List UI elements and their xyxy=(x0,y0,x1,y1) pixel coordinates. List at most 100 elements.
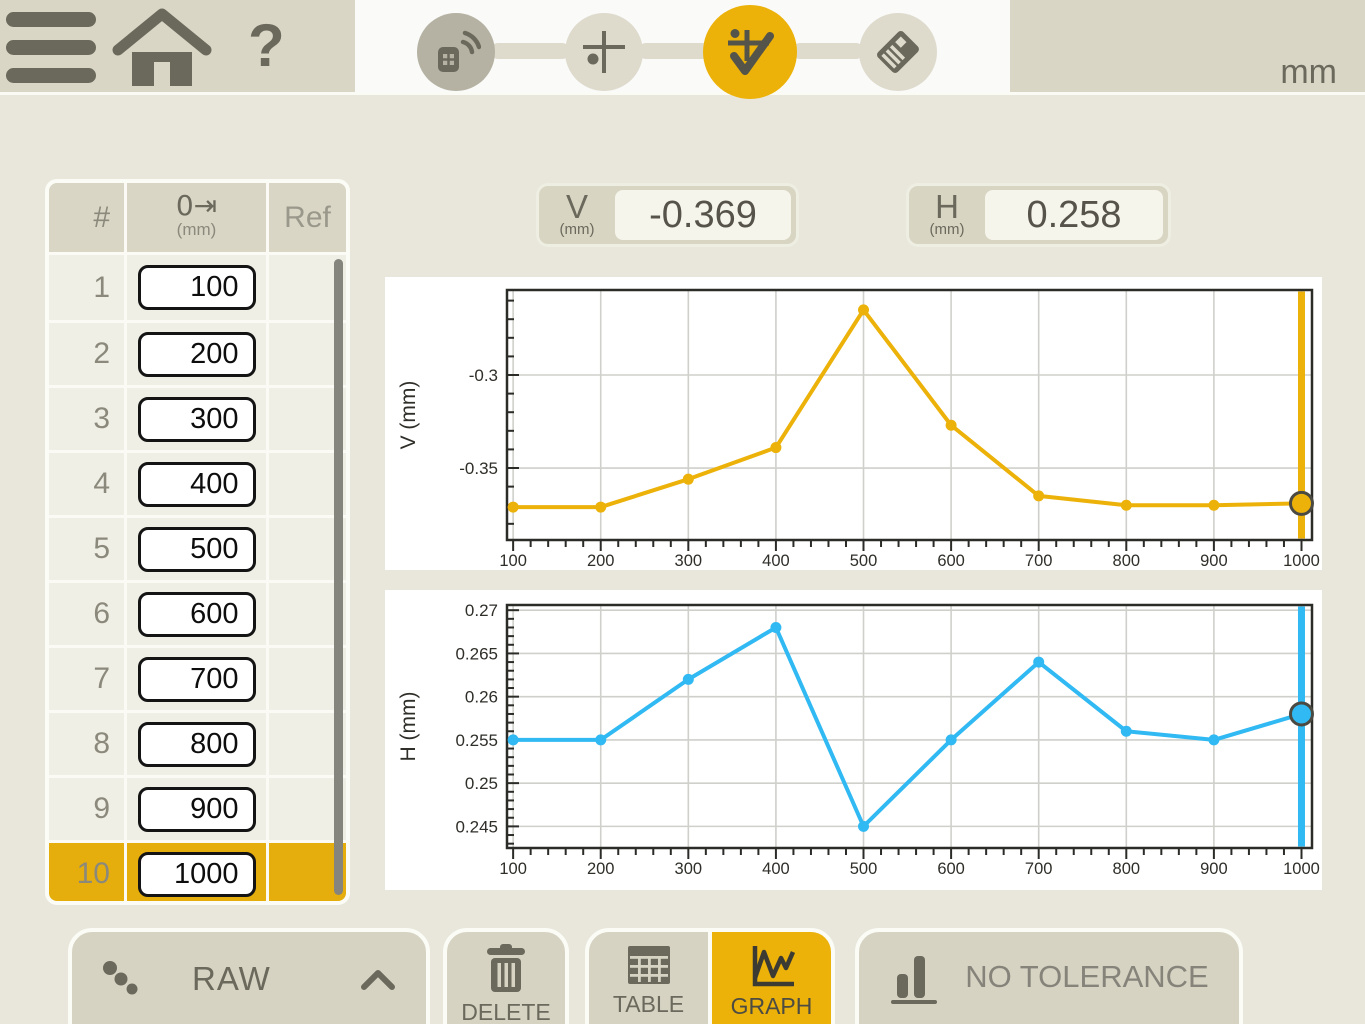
hamburger-menu-icon xyxy=(6,8,98,86)
table-row[interactable]: 6600 xyxy=(49,580,346,645)
distance-input[interactable]: 800 xyxy=(138,722,256,767)
chevron-up-icon xyxy=(360,968,396,990)
home-icon xyxy=(110,8,214,88)
row-number: 3 xyxy=(49,388,127,450)
distance-input[interactable]: 200 xyxy=(138,332,256,377)
row-number: 5 xyxy=(49,518,127,580)
y-tick-label: -0.3 xyxy=(469,366,498,385)
step-connector xyxy=(638,43,710,59)
y-tick-label: 0.25 xyxy=(465,774,498,793)
data-point xyxy=(595,734,606,745)
x-tick-label: 600 xyxy=(937,860,965,878)
step-target-button[interactable] xyxy=(565,13,643,91)
table-row[interactable]: 3300 xyxy=(49,385,346,450)
step-report-button[interactable] xyxy=(859,13,937,91)
plot-area xyxy=(507,290,1312,540)
step-connector xyxy=(490,43,570,59)
table-view-button[interactable]: TABLE xyxy=(589,932,708,1024)
table-row[interactable]: 101000 xyxy=(49,840,346,905)
column-header-distance: 0⇥ (mm) xyxy=(127,183,269,252)
y-tick-label: 0.26 xyxy=(465,688,498,707)
data-point xyxy=(858,821,869,832)
view-toggle: TABLE GRAPH xyxy=(585,928,835,1024)
table-row[interactable]: 7700 xyxy=(49,645,346,710)
help-button[interactable]: ? xyxy=(248,4,285,88)
row-distance-cell: 600 xyxy=(127,583,269,645)
x-tick-label: 700 xyxy=(1025,552,1053,570)
distance-input[interactable]: 900 xyxy=(138,787,256,832)
tolerance-bars-icon xyxy=(889,950,941,1004)
row-number: 6 xyxy=(49,583,127,645)
row-distance-cell: 200 xyxy=(127,323,269,385)
plot-area xyxy=(507,605,1312,848)
points-table: # 0⇥ (mm) Ref 11002200330044005500660077… xyxy=(45,179,350,905)
delete-button[interactable]: DELETE xyxy=(443,928,569,1024)
table-view-label: TABLE xyxy=(613,991,684,1018)
distance-input[interactable]: 300 xyxy=(138,397,256,442)
x-tick-label: 500 xyxy=(850,860,878,878)
h-unit: (mm) xyxy=(930,221,965,238)
data-point xyxy=(508,734,519,745)
table-scrollbar[interactable] xyxy=(334,259,343,895)
y-tick-label: 0.27 xyxy=(465,601,498,620)
row-number: 4 xyxy=(49,453,127,515)
distance-input[interactable]: 700 xyxy=(138,657,256,702)
x-tick-label: 100 xyxy=(499,552,527,570)
points-table-header: # 0⇥ (mm) Ref xyxy=(49,183,346,255)
row-distance-cell: 800 xyxy=(127,713,269,775)
data-point xyxy=(508,502,519,513)
x-tick-label: 400 xyxy=(762,860,790,878)
home-button[interactable] xyxy=(110,8,214,93)
tolerance-button[interactable]: NO TOLERANCE xyxy=(855,928,1243,1024)
distance-input[interactable]: 100 xyxy=(138,265,256,310)
table-row[interactable]: 2200 xyxy=(49,320,346,385)
y-tick-label: 0.265 xyxy=(455,644,498,663)
v-chart-panel: -0.3-0.351002003004005006007008009001000… xyxy=(385,277,1322,570)
graph-view-button-active[interactable]: GRAPH xyxy=(708,932,831,1024)
y-axis-title: H (mm) xyxy=(397,692,420,762)
app-screen: ? xyxy=(0,0,1365,1024)
column-header-ref: Ref xyxy=(269,183,346,252)
raw-dropdown-button[interactable]: RAW xyxy=(68,928,430,1024)
x-tick-label: 300 xyxy=(675,860,703,878)
table-row[interactable]: 1100 xyxy=(49,255,346,320)
data-point xyxy=(683,674,694,685)
distance-input[interactable]: 400 xyxy=(138,462,256,507)
distance-input[interactable]: 600 xyxy=(138,592,256,637)
h-readout-label: H (mm) xyxy=(909,186,985,244)
v-readout-label: V (mm) xyxy=(539,186,615,244)
y-axis-title: V (mm) xyxy=(397,381,420,450)
table-row[interactable]: 4400 xyxy=(49,450,346,515)
distance-input[interactable]: 1000 xyxy=(138,852,256,897)
table-row[interactable]: 8800 xyxy=(49,710,346,775)
h-readout: H (mm) 0.258 xyxy=(906,183,1171,247)
menu-button[interactable] xyxy=(6,8,98,91)
row-distance-cell: 700 xyxy=(127,648,269,710)
row-distance-cell: 1000 xyxy=(127,843,269,905)
raw-points-icon xyxy=(102,960,140,998)
h-chart-panel: 0.270.2650.260.2550.250.2451002003004005… xyxy=(385,590,1322,890)
h-label: H xyxy=(935,193,959,221)
step-sensor-button[interactable] xyxy=(417,13,495,91)
v-chart: -0.3-0.351002003004005006007008009001000… xyxy=(385,277,1322,570)
report-icon xyxy=(872,26,924,78)
x-tick-label: 400 xyxy=(762,552,790,570)
table-body: 1100220033004400550066007700880099001010… xyxy=(49,255,346,905)
delete-label: DELETE xyxy=(461,999,550,1024)
data-point xyxy=(595,502,606,513)
table-view-icon xyxy=(626,944,672,986)
step-measure-button-active[interactable] xyxy=(703,5,797,99)
y-tick-label: 0.245 xyxy=(455,817,498,836)
x-tick-label: 200 xyxy=(587,552,615,570)
sensor-wireless-icon xyxy=(431,28,481,76)
tolerance-label: NO TOLERANCE xyxy=(965,959,1208,995)
top-bar: ? xyxy=(0,0,1365,95)
row-distance-cell: 400 xyxy=(127,453,269,515)
distance-input[interactable]: 500 xyxy=(138,527,256,572)
x-tick-label: 600 xyxy=(937,552,965,570)
distance-to-bar-icon: 0⇥ xyxy=(127,189,266,222)
table-row[interactable]: 5500 xyxy=(49,515,346,580)
data-point xyxy=(1121,500,1132,511)
row-number: 7 xyxy=(49,648,127,710)
table-row[interactable]: 9900 xyxy=(49,775,346,840)
